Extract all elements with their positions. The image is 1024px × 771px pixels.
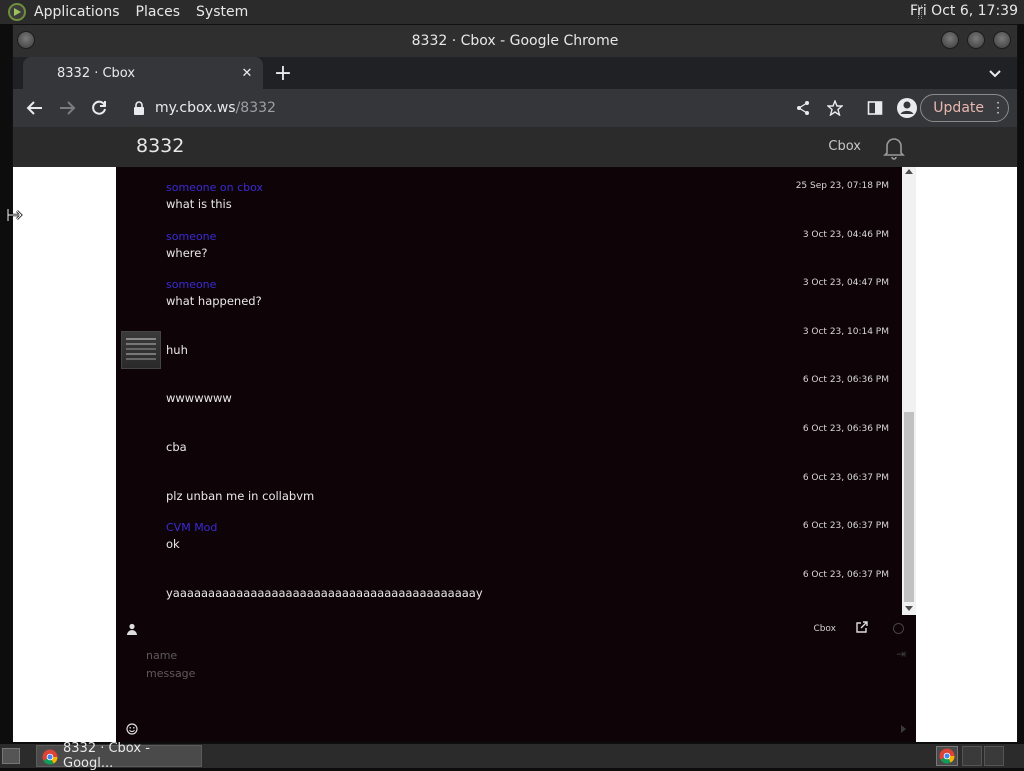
browser-window: 8332 · Cbox - Google Chrome 8332 · Cbox …	[12, 24, 1018, 742]
message-row: wwwwwww 6 Oct 23, 06:36 PM	[116, 363, 902, 411]
message-author[interactable]: CVM Mod	[166, 521, 217, 534]
scroll-thumb[interactable]	[904, 412, 914, 602]
message-timestamp: 6 Oct 23, 06:37 PM	[802, 521, 889, 532]
workspace-1[interactable]	[962, 746, 982, 766]
message-text: where?	[166, 245, 208, 260]
tab-title: 8332 · Cbox	[57, 65, 136, 81]
share-icon[interactable]	[791, 96, 815, 120]
tab-close-icon[interactable]: ✕	[231, 57, 263, 89]
tab-search-icon[interactable]	[985, 63, 1005, 83]
message-row: someone where? 3 Oct 23, 04:46 PM	[116, 218, 902, 266]
message-row: someone what happened? 3 Oct 23, 04:47 PM	[116, 266, 902, 314]
taskbar-task-label: 8332 · Cbox - Googl...	[63, 741, 150, 771]
message-text: cba	[166, 440, 187, 454]
scrollbar[interactable]	[902, 167, 916, 615]
chrome-icon	[42, 749, 58, 765]
tray-chrome-icon[interactable]	[936, 746, 958, 766]
message-row: cba 6 Oct 23, 06:36 PM	[116, 412, 902, 460]
name-input[interactable]	[146, 645, 886, 665]
more-menu-icon[interactable]: · · ·	[996, 97, 1000, 119]
distro-logo-icon[interactable]	[8, 3, 26, 21]
cbox-footer-link[interactable]: Cbox	[813, 624, 836, 634]
lock-icon[interactable]	[133, 101, 145, 115]
back-arrow-icon[interactable]	[23, 96, 47, 120]
taskbar: 8332 · Cbox - Googl...	[0, 741, 1024, 771]
message-list[interactable]: someone on cbox what is this 25 Sep 23, 07…	[116, 167, 902, 615]
message-form: Cbox ⇥	[116, 617, 916, 742]
message-timestamp: 6 Oct 23, 06:36 PM	[802, 375, 889, 386]
popout-icon[interactable]	[855, 620, 869, 634]
message-timestamp: 3 Oct 23, 10:14 PM	[802, 326, 889, 337]
bookmark-star-icon[interactable]	[823, 96, 847, 120]
message-timestamp: 6 Oct 23, 06:37 PM	[802, 472, 889, 483]
update-button[interactable]: Update · · ·	[920, 94, 1009, 122]
login-icon[interactable]: ⇥	[896, 647, 906, 661]
side-panel-icon[interactable]	[863, 96, 887, 120]
emoji-icon[interactable]	[126, 723, 138, 735]
notification-bell-icon[interactable]	[881, 135, 907, 161]
message-text: what is this	[166, 197, 232, 211]
show-desktop-icon[interactable]	[2, 748, 20, 764]
update-label: Update	[933, 100, 984, 116]
message-text: wwwwwww	[166, 391, 232, 406]
top-panel: Applications Places System Fri Oct 6, 17…	[0, 0, 1024, 24]
scroll-down-icon[interactable]	[905, 606, 913, 611]
message-timestamp: 6 Oct 23, 06:36 PM	[802, 424, 889, 434]
clock[interactable]: Fri Oct 6, 17:39	[910, 3, 1018, 19]
taskbar-chrome-window[interactable]: 8332 · Cbox - Googl...	[36, 741, 202, 771]
address-bar[interactable]: my.cbox.ws/8332	[125, 93, 875, 123]
message-row: yaaaaaaaaaaaaaaaaaaaaaaaaaaaaaaaaaaaaaaa…	[116, 558, 902, 606]
menu-places[interactable]: Places	[136, 4, 181, 20]
window-titlebar[interactable]: 8332 · Cbox - Google Chrome	[13, 25, 1017, 57]
message-text: what happened?	[166, 294, 262, 309]
reload-icon[interactable]	[87, 96, 111, 120]
browser-toolbar: my.cbox.ws/8332 Update · · ·	[13, 89, 1017, 127]
message-author[interactable]: someone on cbox	[166, 181, 263, 194]
forward-arrow-icon[interactable]	[55, 96, 79, 120]
message-input[interactable]	[146, 667, 886, 707]
close-window-icon[interactable]	[993, 31, 1011, 49]
cbox-header: 8332 Cbox	[13, 127, 1017, 167]
menu-applications[interactable]: Applications	[34, 4, 120, 20]
message-author[interactable]: someone	[166, 230, 216, 243]
new-tab-button[interactable]: +	[269, 59, 297, 87]
send-icon[interactable]	[901, 725, 906, 733]
message-row: plz unban me in collabvm 6 Oct 23, 06:37 …	[116, 461, 902, 509]
maximize-icon[interactable]	[967, 31, 985, 49]
minimize-icon[interactable]	[941, 31, 959, 49]
message-row: huh 3 Oct 23, 10:14 PM	[116, 315, 902, 369]
window-menu-icon[interactable]	[17, 31, 35, 49]
url-host: my.cbox.ws	[155, 100, 236, 116]
menu-system[interactable]: System	[196, 4, 248, 20]
tab-cbox[interactable]: 8332 · Cbox ✕	[23, 57, 263, 89]
status-circle-icon[interactable]	[893, 623, 904, 634]
tab-strip: 8332 · Cbox ✕ +	[13, 57, 1017, 89]
scroll-up-icon[interactable]	[905, 169, 913, 174]
message-row: CVM Mod ok 6 Oct 23, 06:37 PM	[116, 509, 902, 557]
message-text: yaaaaaaaaaaaaaaaaaaaaaaaaaaaaaaaaaaaaaaa…	[166, 585, 483, 600]
url-path: /8332	[235, 100, 276, 116]
message-timestamp: 6 Oct 23, 06:37 PM	[802, 569, 889, 580]
message-text: plz unban me in collabvm	[166, 488, 315, 503]
window-title: 8332 · Cbox - Google Chrome	[411, 33, 619, 49]
message-timestamp: 25 Sep 23, 07:18 PM	[795, 181, 889, 191]
message-timestamp: 3 Oct 23, 04:47 PM	[802, 278, 889, 289]
profile-avatar-icon[interactable]	[895, 96, 919, 120]
message-author[interactable]: someone	[166, 278, 216, 291]
message-text: huh	[166, 342, 188, 357]
mouse-cursor-icon	[6, 209, 23, 221]
user-icon[interactable]	[126, 623, 138, 635]
chat-box: someone on cbox what is this 25 Sep 23, 07…	[116, 167, 916, 742]
workspace-2[interactable]	[984, 746, 1004, 766]
page-content: 8332 Cbox someone on cbox what is this 25 …	[13, 127, 1017, 742]
message-timestamp: 3 Oct 23, 04:46 PM	[802, 229, 889, 240]
message-row: someone on cbox what is this 25 Sep 23, 07…	[116, 169, 902, 217]
cbox-brand-link[interactable]: Cbox	[828, 139, 861, 154]
page-title: 8332	[136, 135, 185, 157]
message-text: ok	[166, 537, 180, 552]
